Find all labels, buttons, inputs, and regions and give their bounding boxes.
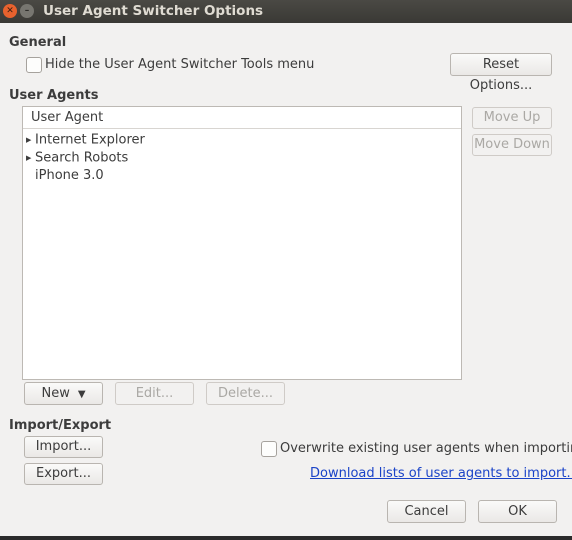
overwrite-checkbox[interactable] bbox=[261, 441, 277, 457]
move-down-button[interactable]: Move Down bbox=[472, 134, 552, 156]
title-bar: ✕ – User Agent Switcher Options bbox=[0, 0, 572, 23]
hide-menu-label: Hide the User Agent Switcher Tools menu bbox=[45, 57, 315, 72]
edit-button[interactable]: Edit... bbox=[115, 382, 194, 405]
ok-button[interactable]: OK bbox=[478, 500, 557, 523]
download-lists-link[interactable]: Download lists of user agents to import.… bbox=[310, 466, 572, 481]
window-bottom-edge bbox=[0, 536, 572, 540]
user-agent-tree[interactable]: User Agent ▶ Internet Explorer ▶ Search Ro… bbox=[22, 106, 462, 380]
new-dropdown-button[interactable]: New ▼ bbox=[24, 382, 103, 405]
column-header-user-agent[interactable]: User Agent bbox=[23, 107, 461, 129]
hide-menu-checkbox[interactable] bbox=[26, 57, 42, 73]
minimize-icon[interactable]: – bbox=[20, 4, 34, 18]
expand-arrow-icon[interactable]: ▶ bbox=[26, 149, 35, 167]
chevron-down-icon: ▼ bbox=[77, 389, 86, 400]
user-agents-heading: User Agents bbox=[9, 88, 99, 103]
export-button[interactable]: Export... bbox=[24, 463, 103, 485]
reset-options-button[interactable]: Reset Options... bbox=[450, 53, 552, 93]
tree-item-internet-explorer[interactable]: ▶ Internet Explorer bbox=[26, 131, 145, 149]
close-icon[interactable]: ✕ bbox=[3, 4, 17, 18]
tree-item-iphone[interactable]: iPhone 3.0 bbox=[35, 167, 104, 185]
overwrite-label: Overwrite existing user agents when impo… bbox=[280, 441, 572, 456]
delete-button[interactable]: Delete... bbox=[206, 382, 285, 405]
expand-arrow-icon[interactable]: ▶ bbox=[26, 131, 35, 149]
window-title: User Agent Switcher Options bbox=[43, 3, 264, 19]
tree-item-search-robots[interactable]: ▶ Search Robots bbox=[26, 149, 128, 167]
import-export-heading: Import/Export bbox=[9, 418, 112, 433]
cancel-button[interactable]: Cancel bbox=[387, 500, 466, 523]
move-up-button[interactable]: Move Up bbox=[472, 107, 552, 129]
import-button[interactable]: Import... bbox=[24, 436, 103, 458]
general-heading: General bbox=[9, 35, 67, 50]
